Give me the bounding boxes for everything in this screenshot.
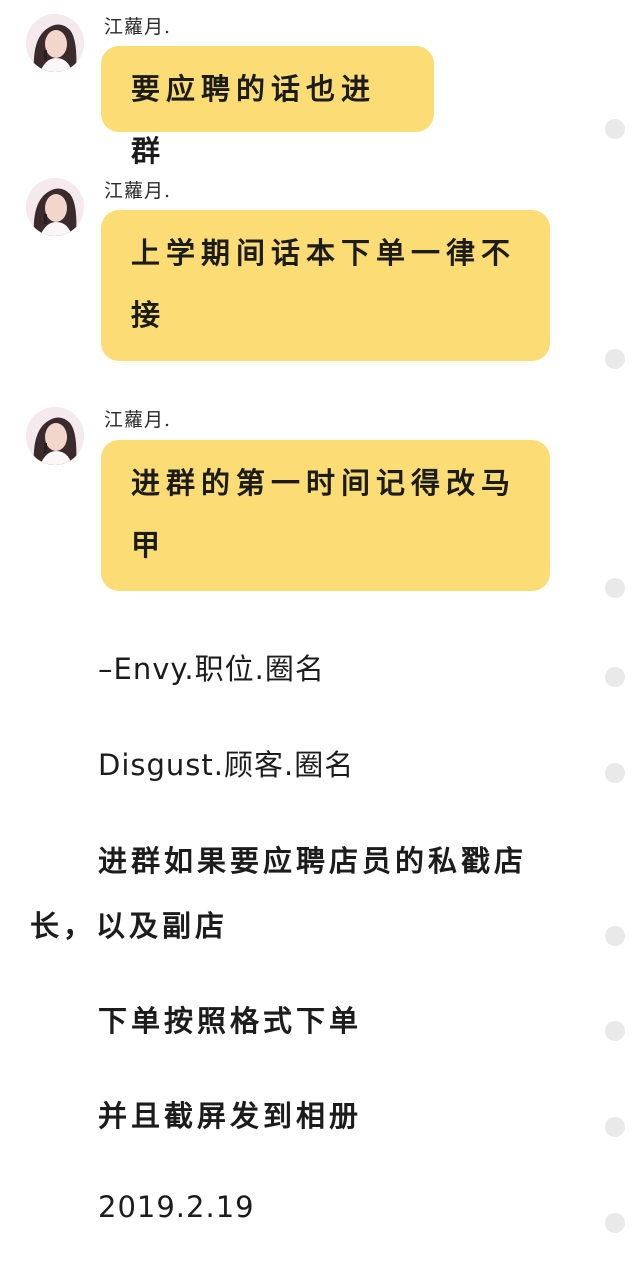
note-recruit-line1: 进群如果要应聘店员的私戳店 (98, 844, 528, 878)
note-date: 2019.2.19 (98, 1190, 255, 1224)
message-bubble[interactable]: 要应聘的话也进群 (101, 46, 434, 168)
sender-name: 江蘿月. (104, 409, 172, 431)
message-text: 接 (131, 298, 167, 332)
select-dot[interactable] (605, 1021, 625, 1041)
select-dot[interactable] (605, 1117, 625, 1137)
message-bubble[interactable]: 进群的第一时间记得改马 甲 (101, 440, 550, 591)
message-text: 上学期间话本下单一律不 (131, 236, 517, 270)
select-dot[interactable] (605, 1213, 625, 1233)
avatar[interactable] (26, 407, 84, 465)
note-envy: –Envy.职位.圈名 (98, 652, 325, 686)
select-dot[interactable] (605, 667, 625, 687)
avatar[interactable] (26, 178, 84, 236)
select-dot[interactable] (605, 926, 625, 946)
sender-name: 江蘿月. (104, 16, 172, 38)
select-dot[interactable] (605, 119, 625, 139)
select-dot[interactable] (605, 349, 625, 369)
message-bubble[interactable]: 上学期间话本下单一律不 接 (101, 210, 550, 361)
message-text: 进群的第一时间记得改马 (131, 466, 517, 500)
note-screenshot: 并且截屏发到相册 (98, 1099, 363, 1133)
select-dot[interactable] (605, 763, 625, 783)
select-dot[interactable] (605, 578, 625, 598)
sender-name: 江蘿月. (104, 180, 172, 202)
avatar[interactable] (26, 14, 84, 72)
note-recruit-line2: 长，以及副店 (30, 909, 229, 943)
note-order: 下单按照格式下单 (98, 1004, 363, 1038)
message-text: 甲 (131, 528, 167, 562)
note-disgust: Disgust.顾客.圈名 (98, 748, 355, 782)
message-text: 要应聘的话也进群 (131, 72, 377, 168)
